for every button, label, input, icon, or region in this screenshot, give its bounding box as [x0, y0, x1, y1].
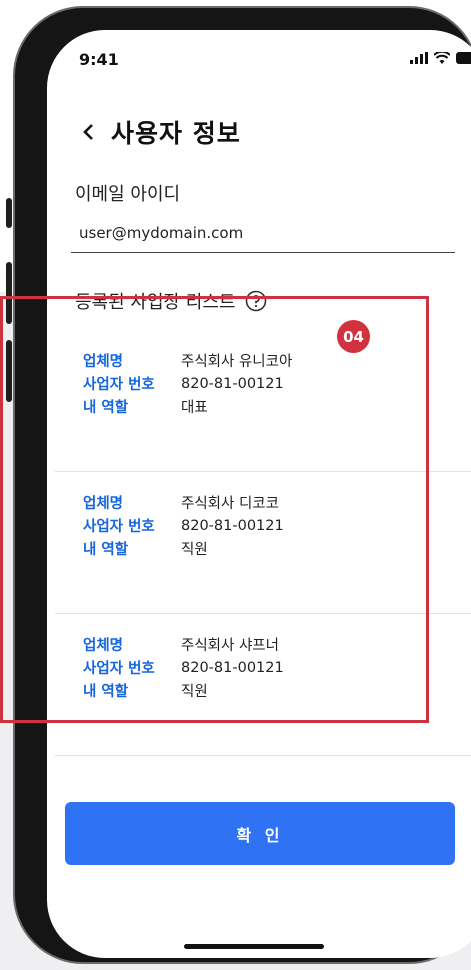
- status-time: 9:41: [79, 50, 119, 69]
- phone-silent-switch: [6, 198, 12, 228]
- email-label: 이메일 아이디: [75, 184, 181, 205]
- back-arrow-icon[interactable]: [75, 119, 101, 145]
- annotation-highlight-box: [0, 296, 429, 723]
- email-field[interactable]: user@mydomain.com: [71, 220, 455, 253]
- page-header: 사용자 정보: [75, 114, 241, 150]
- wifi-icon: [434, 52, 450, 64]
- home-indicator: [184, 944, 324, 949]
- annotation-badge: 04: [337, 320, 370, 353]
- status-bar: 9:41: [79, 50, 471, 70]
- signal-icon: [410, 52, 428, 64]
- email-value: user@mydomain.com: [79, 224, 244, 242]
- confirm-button[interactable]: 확 인: [65, 802, 455, 865]
- status-icons: [410, 52, 471, 64]
- page-title: 사용자 정보: [111, 119, 241, 148]
- battery-icon: [456, 52, 471, 64]
